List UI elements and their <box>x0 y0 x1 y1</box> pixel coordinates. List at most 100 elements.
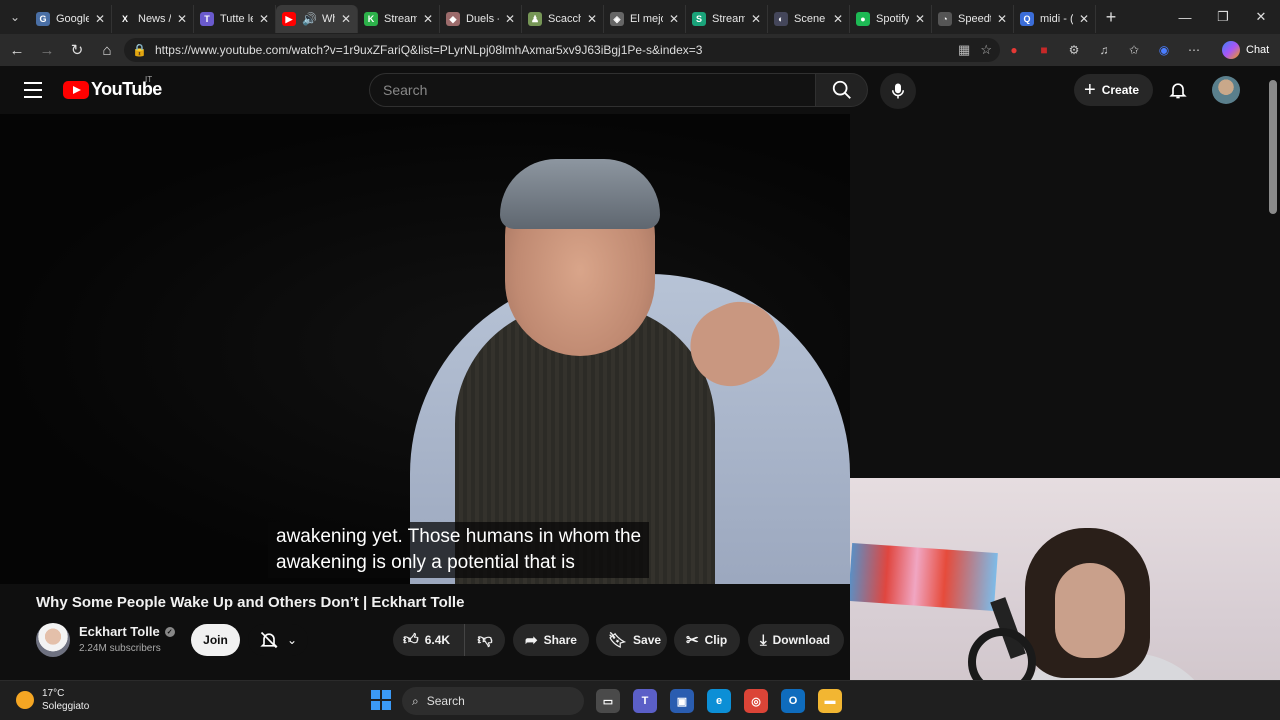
plus-icon: + <box>1084 78 1096 101</box>
address-bar[interactable]: 🔒 https://www.youtube.com/watch?v=1r9uxZ… <box>124 38 1000 62</box>
close-tab-icon[interactable]: ✕ <box>587 12 597 26</box>
close-tab-icon[interactable]: ✕ <box>259 12 269 26</box>
forward-arrow-icon[interactable]: → <box>32 35 62 65</box>
close-tab-icon[interactable]: ✕ <box>177 12 187 26</box>
google-favicon-icon: G <box>36 12 50 26</box>
new-tab-button[interactable]: + <box>1096 0 1126 34</box>
close-tab-icon[interactable]: ✕ <box>423 12 433 26</box>
chess-pawn-favicon-icon: ♟ <box>528 12 542 26</box>
close-tab-icon[interactable]: ✕ <box>751 12 761 26</box>
like-button[interactable]: 👍︎ 6.4K <box>393 624 465 656</box>
home-icon[interactable]: ⌂ <box>92 35 122 65</box>
close-tab-icon[interactable]: ✕ <box>833 12 843 26</box>
tab-spotify[interactable]: ● Spotify ✕ <box>850 5 932 33</box>
streamlabs-favicon-icon: S <box>692 12 706 26</box>
tab-duels[interactable]: ◆ Duels - ✕ <box>440 5 522 33</box>
close-tab-icon[interactable]: ✕ <box>95 12 105 26</box>
weather-widget[interactable]: 17°C Soleggiato <box>16 687 89 713</box>
video-captions: awakening yet. Those humans in whom the … <box>268 522 650 578</box>
search-icon: ⌕ <box>412 693 419 708</box>
wall-painting <box>850 542 998 612</box>
search-button[interactable] <box>815 73 868 107</box>
adblock-extension-icon[interactable]: ● <box>1006 42 1022 58</box>
tab-x-news[interactable]: X News / ✕ <box>112 5 194 33</box>
windows-start-icon[interactable] <box>371 690 391 710</box>
tab-scacchi[interactable]: ♟ Scacchi ✕ <box>522 5 604 33</box>
guide-menu-icon[interactable] <box>22 80 44 100</box>
join-button[interactable]: Join <box>191 624 240 656</box>
account-avatar[interactable] <box>1212 76 1240 104</box>
scene-favicon-icon: ◐ <box>774 12 788 26</box>
speedtest-favicon-icon: ◔ <box>938 12 952 26</box>
back-arrow-icon[interactable]: ← <box>2 35 32 65</box>
app-available-icon[interactable]: ▦ <box>958 42 970 58</box>
outlook-icon[interactable]: O <box>781 689 805 713</box>
taskbar-search[interactable]: ⌕ Search <box>402 687 584 715</box>
x-favicon-icon: X <box>118 12 132 26</box>
create-button[interactable]: + Create <box>1074 74 1154 106</box>
recorder-extension-icon[interactable]: ■ <box>1036 42 1052 58</box>
close-tab-icon[interactable]: ✕ <box>505 12 515 26</box>
more-options-icon[interactable]: ⋯ <box>1186 42 1202 58</box>
site-info-lock-icon[interactable]: 🔒 <box>132 43 147 57</box>
tab-actions-menu-icon[interactable]: ⌄ <box>0 0 30 34</box>
tab-tutte-le[interactable]: T Tutte le ✕ <box>194 5 276 33</box>
channel-avatar[interactable] <box>36 623 70 657</box>
close-window-button[interactable]: ✕ <box>1242 0 1280 34</box>
windows-taskbar: 17°C Soleggiato ⌕ Search ▭ T ▣ e ◎ O ▬ <box>0 680 1280 720</box>
close-tab-icon[interactable]: ✕ <box>997 12 1007 26</box>
refresh-icon[interactable]: ↻ <box>62 35 92 65</box>
edge-browser-icon[interactable]: e <box>707 689 731 713</box>
tab-google[interactable]: G Google ✕ <box>30 5 112 33</box>
extensions-puzzle-icon[interactable]: ⚙ <box>1066 42 1082 58</box>
tab-stream[interactable]: K Stream ✕ <box>358 5 440 33</box>
channel-name-link[interactable]: Eckhart Tolle ✓ <box>79 624 175 639</box>
video-player[interactable]: awakening yet. Those humans in whom the … <box>0 114 850 584</box>
save-button[interactable]: 🔖︎ Save <box>596 624 667 656</box>
chevron-down-icon: ⌄ <box>286 633 298 647</box>
temperature: 17°C <box>42 688 65 699</box>
dislike-button[interactable]: 👎︎ <box>465 631 505 649</box>
thumbs-down-icon: 👎︎ <box>477 631 493 648</box>
voice-search-button[interactable] <box>880 73 916 109</box>
store-icon[interactable]: ▣ <box>670 689 694 713</box>
file-explorer-icon[interactable]: ▬ <box>818 689 842 713</box>
window-controls: — ❐ ✕ <box>1166 0 1280 34</box>
copilot-chat-button[interactable]: Chat <box>1222 40 1269 60</box>
favorite-star-icon[interactable]: ☆ <box>980 42 992 58</box>
download-button[interactable]: ⤓ Download <box>748 624 844 656</box>
download-icon: ⤓ <box>760 631 767 649</box>
close-tab-icon[interactable]: ✕ <box>1079 12 1089 26</box>
speaker-audio-icon[interactable]: 🔊 <box>302 12 317 26</box>
clip-button[interactable]: ✂ Clip <box>674 624 740 656</box>
close-tab-icon[interactable]: ✕ <box>915 12 925 26</box>
tab-youtube-active[interactable]: ▶ 🔊 Wh ✕ <box>276 5 358 33</box>
verified-check-icon: ✓ <box>164 626 175 637</box>
copilot-icon <box>1222 41 1240 59</box>
close-tab-icon[interactable]: ✕ <box>669 12 679 26</box>
teams-icon[interactable]: T <box>633 689 657 713</box>
share-button[interactable]: ➦ Share <box>513 624 589 656</box>
restore-button[interactable]: ❐ <box>1204 0 1242 34</box>
favorites-icon[interactable]: ✩ <box>1126 42 1142 58</box>
tab-speedtest[interactable]: ◔ Speedt ✕ <box>932 5 1014 33</box>
search-input[interactable] <box>370 74 816 106</box>
close-tab-icon[interactable]: ✕ <box>341 12 351 26</box>
youtube-logo[interactable]: YouTube IT <box>63 75 162 100</box>
tab-el-mejor[interactable]: ◈ El mejo ✕ <box>604 5 686 33</box>
browser-essentials-icon[interactable]: ♫ <box>1096 42 1112 58</box>
url-text[interactable]: https://www.youtube.com/watch?v=1r9uxZFa… <box>155 43 702 57</box>
tab-midi-search[interactable]: Q midi - ( ✕ <box>1014 5 1096 33</box>
chrome-icon[interactable]: ◎ <box>744 689 768 713</box>
tab-streamlabs[interactable]: S StreamI ✕ <box>686 5 768 33</box>
scrollbar-thumb[interactable] <box>1269 80 1277 214</box>
minimize-button[interactable]: — <box>1166 0 1204 34</box>
search-icon <box>832 80 851 99</box>
sun-weather-icon <box>16 691 34 709</box>
like-dislike-group: 👍︎ 6.4K 👎︎ <box>393 624 505 656</box>
tab-scene[interactable]: ◐ Scene E ✕ <box>768 5 850 33</box>
notifications-bell-icon[interactable] <box>1166 78 1190 102</box>
profile-extension-icon[interactable]: ◉ <box>1156 42 1172 58</box>
subscribed-notifications-button[interactable]: ⌄ <box>248 624 308 656</box>
task-view-icon[interactable]: ▭ <box>596 689 620 713</box>
